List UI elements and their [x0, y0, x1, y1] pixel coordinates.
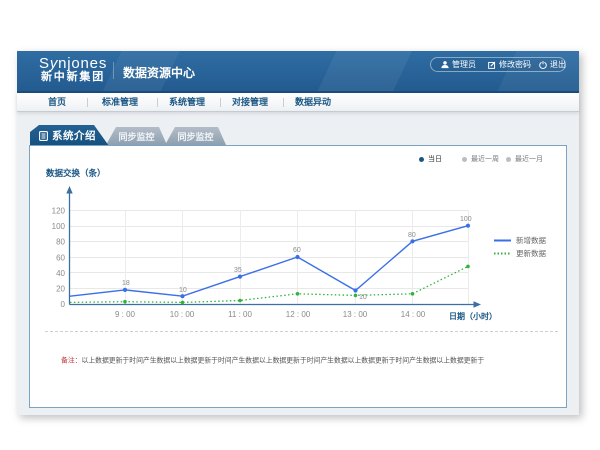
svg-text:18: 18 — [122, 280, 130, 287]
svg-text:40: 40 — [56, 269, 65, 278]
svg-text:9 : 00: 9 : 00 — [115, 310, 136, 319]
svg-text:60: 60 — [56, 254, 65, 263]
svg-text:60: 60 — [293, 247, 301, 254]
svg-text:35: 35 — [234, 267, 242, 274]
svg-text:11 : 00: 11 : 00 — [228, 310, 252, 319]
svg-text:120: 120 — [52, 207, 66, 216]
svg-text:100: 100 — [52, 222, 66, 231]
svg-text:12 : 00: 12 : 00 — [286, 310, 311, 319]
svg-text:80: 80 — [408, 232, 416, 239]
svg-text:14 : 00: 14 : 00 — [401, 310, 426, 319]
svg-text:0: 0 — [61, 300, 66, 309]
svg-text:13 : 00: 13 : 00 — [343, 310, 368, 319]
svg-text:80: 80 — [56, 238, 65, 247]
svg-text:100: 100 — [460, 216, 472, 223]
svg-text:10: 10 — [179, 287, 187, 294]
svg-text:10: 10 — [359, 294, 367, 301]
svg-text:10 : 00: 10 : 00 — [170, 310, 195, 319]
svg-text:20: 20 — [56, 285, 65, 294]
